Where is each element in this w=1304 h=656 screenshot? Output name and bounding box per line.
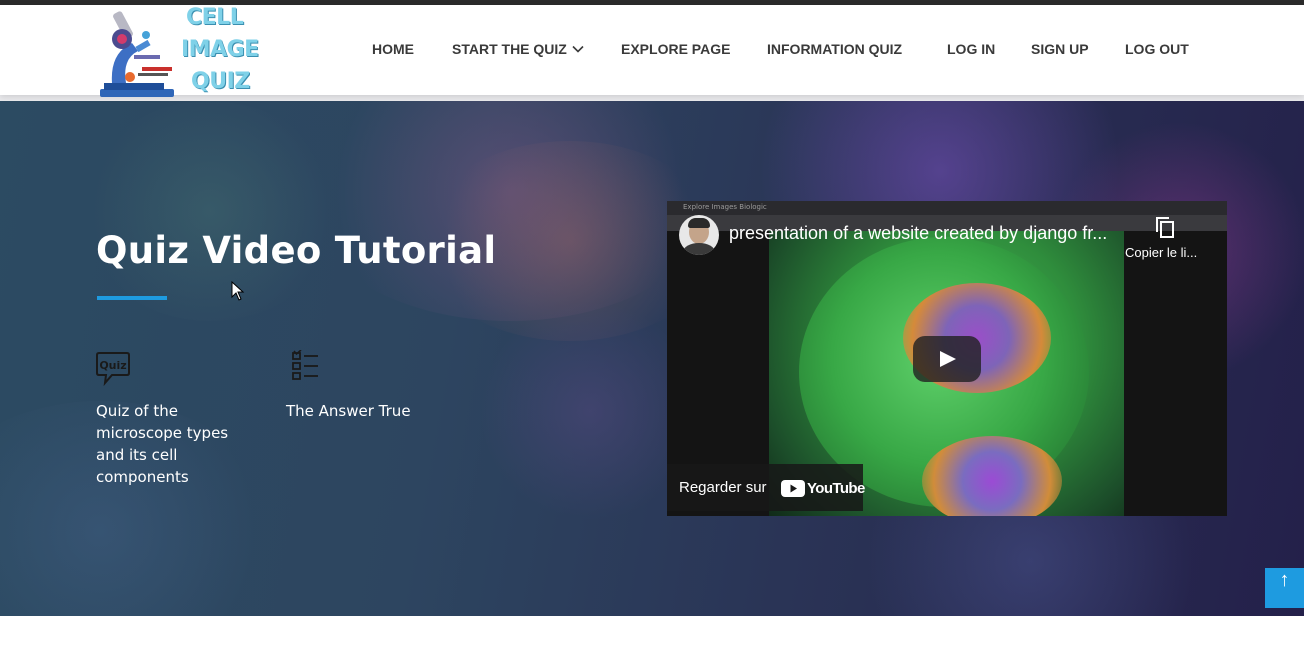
logo-text-cell: CELL — [186, 5, 244, 30]
mouse-cursor-icon — [231, 281, 245, 301]
microscope-icon — [100, 11, 174, 97]
chevron-down-icon — [572, 45, 584, 53]
svg-text:Quiz: Quiz — [99, 359, 126, 372]
feature-answer-text: The Answer True — [286, 402, 411, 420]
nav-home[interactable]: HOME — [372, 41, 414, 57]
hero-section: Quiz Video Tutorial Quiz Quiz of the mic… — [0, 101, 1304, 616]
copy-link-button[interactable]: Copier le li... — [1123, 215, 1223, 265]
nav-information-quiz[interactable]: INFORMATION QUIZ — [767, 41, 902, 57]
nav-start-quiz[interactable]: START THE QUIZ — [452, 41, 584, 57]
youtube-logo-icon: YouTube — [781, 479, 865, 497]
watch-on-label: Regarder sur — [679, 479, 767, 496]
play-icon — [940, 351, 956, 367]
copy-link-label: Copier le li... — [1125, 245, 1198, 260]
scroll-to-top-button[interactable]: ↑ — [1265, 568, 1304, 608]
quiz-bubble-icon: Quiz — [96, 350, 130, 387]
logo-text-quiz: QUIZ — [191, 69, 250, 94]
nav-explore-page[interactable]: EXPLORE PAGE — [621, 41, 730, 57]
nav-start-quiz-label: START THE QUIZ — [452, 41, 567, 57]
play-button[interactable] — [913, 336, 981, 382]
copy-icon — [1156, 217, 1174, 238]
hero-title: Quiz Video Tutorial — [96, 229, 497, 272]
arrow-up-icon: ↑ — [1279, 569, 1290, 591]
site-logo[interactable]: CELL IMAGE QUIZ — [98, 5, 259, 98]
nav-log-in[interactable]: LOG IN — [947, 41, 995, 57]
navbar: CELL IMAGE QUIZ HOME START THE QUIZ EXPL… — [0, 5, 1304, 98]
channel-avatar[interactable] — [679, 215, 719, 255]
nav-log-out[interactable]: LOG OUT — [1125, 41, 1189, 57]
youtube-wordmark: YouTube — [807, 479, 865, 497]
logo-text-image: IMAGE — [181, 37, 259, 62]
title-underline — [97, 296, 167, 300]
watch-on-youtube-button[interactable]: Regarder sur YouTube — [667, 464, 865, 511]
feature-quiz-text: Quiz of the microscope types and its cel… — [96, 402, 229, 486]
nav-sign-up[interactable]: SIGN UP — [1031, 41, 1089, 57]
youtube-video-embed[interactable]: Explore Images Biologic presentation of … — [667, 201, 1227, 516]
video-title[interactable]: presentation of a website created by dja… — [729, 223, 1119, 244]
checklist-icon — [292, 349, 320, 386]
video-browser-tab: Explore Images Biologic — [683, 203, 767, 211]
